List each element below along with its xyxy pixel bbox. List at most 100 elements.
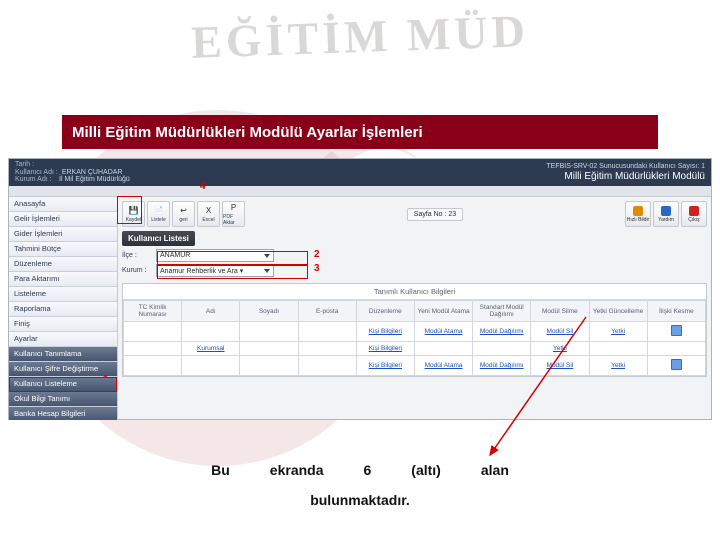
sidebar-item-2[interactable]: Gider İşlemleri — [9, 227, 117, 242]
pdf-icon: P — [229, 203, 239, 213]
toolbar-right: Hızlı Bildir Yardım Çıkış — [625, 201, 707, 227]
toolbar: 💾Kaydet📄Listele↩geriXExcelPPDF Aktar Say… — [122, 201, 707, 227]
grid-cell: Modül Atama — [414, 356, 472, 376]
unlink-icon[interactable] — [671, 325, 682, 336]
org-label: Kurum Adı : — [15, 176, 55, 184]
sidebar-item-9[interactable]: Ayarlar — [9, 332, 117, 347]
back-label: geri — [179, 217, 187, 223]
date-label: Tarih : — [15, 161, 55, 169]
grid-link[interactable]: Kişi Bilgileri — [369, 362, 402, 369]
help-btn[interactable]: Yardım — [653, 201, 679, 227]
sidebar-item-10[interactable]: Kullanıcı Tanımlama — [9, 347, 117, 362]
grid-link[interactable]: Yetki — [611, 328, 625, 335]
grid-col-header: Soyadı — [240, 301, 298, 322]
grid-cell — [473, 342, 531, 356]
grid-panel: Tanımlı Kullanıcı Bilgileri TC Kimlik Nu… — [122, 283, 707, 377]
grid-cell — [124, 342, 182, 356]
page-title: Milli Eğitim Müdürlükleri Modülü Ayarlar… — [62, 115, 658, 149]
sidebar-item-5[interactable]: Para Aktarımı — [9, 272, 117, 287]
app-window: Tarih : Kullanıcı Adı :ERKAN ÇUHADAR Kur… — [8, 158, 712, 420]
excel-button[interactable]: XExcel — [197, 201, 220, 227]
app-header: Tarih : Kullanıcı Adı :ERKAN ÇUHADAR Kur… — [9, 159, 711, 186]
unlink-icon[interactable] — [671, 359, 682, 370]
toolbar-center: Sayfa No : 23 — [407, 208, 463, 221]
header-underbar — [9, 186, 711, 197]
help-btn-icon — [661, 206, 671, 216]
grid-cell — [647, 356, 705, 376]
caption-w3: 6 — [364, 462, 372, 478]
sidebar-item-12[interactable]: Kullanıcı Listeleme — [9, 377, 117, 392]
close-btn[interactable]: Çıkış — [681, 201, 707, 227]
back-button[interactable]: ↩geri — [172, 201, 195, 227]
grid-link[interactable]: Yetki — [611, 362, 625, 369]
sidebar-item-6[interactable]: Listeleme — [9, 287, 117, 302]
grid-link[interactable]: Yetki — [553, 345, 567, 352]
report-btn[interactable]: Hızlı Bildir — [625, 201, 651, 227]
pdf-button[interactable]: PPDF Aktar — [222, 201, 245, 227]
panel-title: Kullanıcı Listesi — [122, 231, 195, 246]
grid-link[interactable]: Kurumsal — [197, 345, 224, 352]
grid-cell: Yetki — [589, 322, 647, 342]
grid-cell: Yetki — [589, 356, 647, 376]
sidebar-item-8[interactable]: Finiş — [9, 317, 117, 332]
list-icon: 📄 — [154, 206, 164, 216]
chevron-down-icon — [264, 254, 270, 258]
grid-link[interactable]: Modül Atama — [425, 362, 463, 369]
user-label: Kullanıcı Adı : — [15, 169, 58, 177]
grid-cell — [647, 322, 705, 342]
sidebar-item-13[interactable]: Okul Bilgi Tanımı — [9, 392, 117, 407]
ilce-label: İlçe : — [122, 252, 152, 259]
sidebar-item-14[interactable]: Banka Hesap Bilgileri — [9, 407, 117, 420]
grid-link[interactable]: Kişi Bilgileri — [369, 345, 402, 352]
pdf-label: PDF Aktar — [223, 214, 244, 226]
close-btn-icon — [689, 206, 699, 216]
header-right-info: TEFBIS-SRV-02 Sunucusundaki Kullanıcı Sa… — [546, 163, 705, 182]
grid-cell — [589, 342, 647, 356]
report-btn-icon — [633, 206, 643, 216]
save-label: Kaydet — [126, 217, 142, 223]
grid-col-header: Standart Modül Dağılımı — [473, 301, 531, 322]
close-btn-label: Çıkış — [688, 217, 699, 223]
sidebar-item-4[interactable]: Düzenleme — [9, 257, 117, 272]
list-button[interactable]: 📄Listele — [147, 201, 170, 227]
grid-link[interactable]: Kişi Bilgileri — [369, 328, 402, 335]
grid-col-header: İlişki Kesme — [647, 301, 705, 322]
caption-w1: Bu — [211, 462, 230, 478]
table-row: Kişi Bilgileri Modül Atama Modül Dağılımı M… — [124, 322, 706, 342]
user-grid: TC Kimlik NumarasıAdıSoyadıE-postaDüzenl… — [123, 300, 706, 376]
header-left-info: Tarih : Kullanıcı Adı :ERKAN ÇUHADAR Kur… — [15, 161, 130, 184]
grid-cell: Yetki — [531, 342, 589, 356]
chevron-down-icon — [264, 269, 270, 273]
ilce-value: ANAMUR — [160, 252, 190, 259]
sidebar-item-7[interactable]: Raporlama — [9, 302, 117, 317]
filters: İlçe : ANAMUR Kurum : Anamur Rehberlik v… — [122, 249, 707, 277]
grid-cell — [240, 342, 298, 356]
sidebar-item-0[interactable]: Anasayfa — [9, 197, 117, 212]
table-row: Kurumsal Kişi Bilgileri Yetki — [124, 342, 706, 356]
grid-cell: Kişi Bilgileri — [356, 322, 414, 342]
kurum-select[interactable]: Anamur Rehberlik ve Ara ▾ — [156, 264, 274, 277]
sidebar-item-1[interactable]: Gelir İşlemleri — [9, 212, 117, 227]
help-btn-label: Yardım — [658, 217, 674, 223]
app-name: Milli Eğitim Müdürlükleri Modülü — [546, 171, 705, 182]
grid-col-header: Adı — [182, 301, 240, 322]
grid-col-header: Düzenleme — [356, 301, 414, 322]
grid-cell — [647, 342, 705, 356]
grid-link[interactable]: Modül Sil — [547, 328, 574, 335]
filter-row-ilce: İlçe : ANAMUR — [122, 249, 707, 262]
grid-cell — [240, 322, 298, 342]
save-button[interactable]: 💾Kaydet — [122, 201, 145, 227]
caption-line2: bulunmaktadır. — [0, 492, 720, 508]
grid-cell: Kişi Bilgileri — [356, 356, 414, 376]
sidebar-item-11[interactable]: Kullanıcı Şifre Değiştirme — [9, 362, 117, 377]
grid-link[interactable]: Modül Atama — [425, 328, 463, 335]
org-value: İl Mil Eğitim Müdürlüğü — [59, 176, 130, 184]
grid-cell — [298, 322, 356, 342]
sidebar-item-3[interactable]: Tahmini Bütçe — [9, 242, 117, 257]
grid-link[interactable]: Modül Dağılımı — [480, 328, 524, 335]
grid-cell: Kurumsal — [182, 342, 240, 356]
grid-link[interactable]: Modül Dağılımı — [480, 362, 524, 369]
page-number-chip: Sayfa No : 23 — [407, 208, 463, 221]
grid-link[interactable]: Modül Sil — [547, 362, 574, 369]
ilce-select[interactable]: ANAMUR — [156, 249, 274, 262]
